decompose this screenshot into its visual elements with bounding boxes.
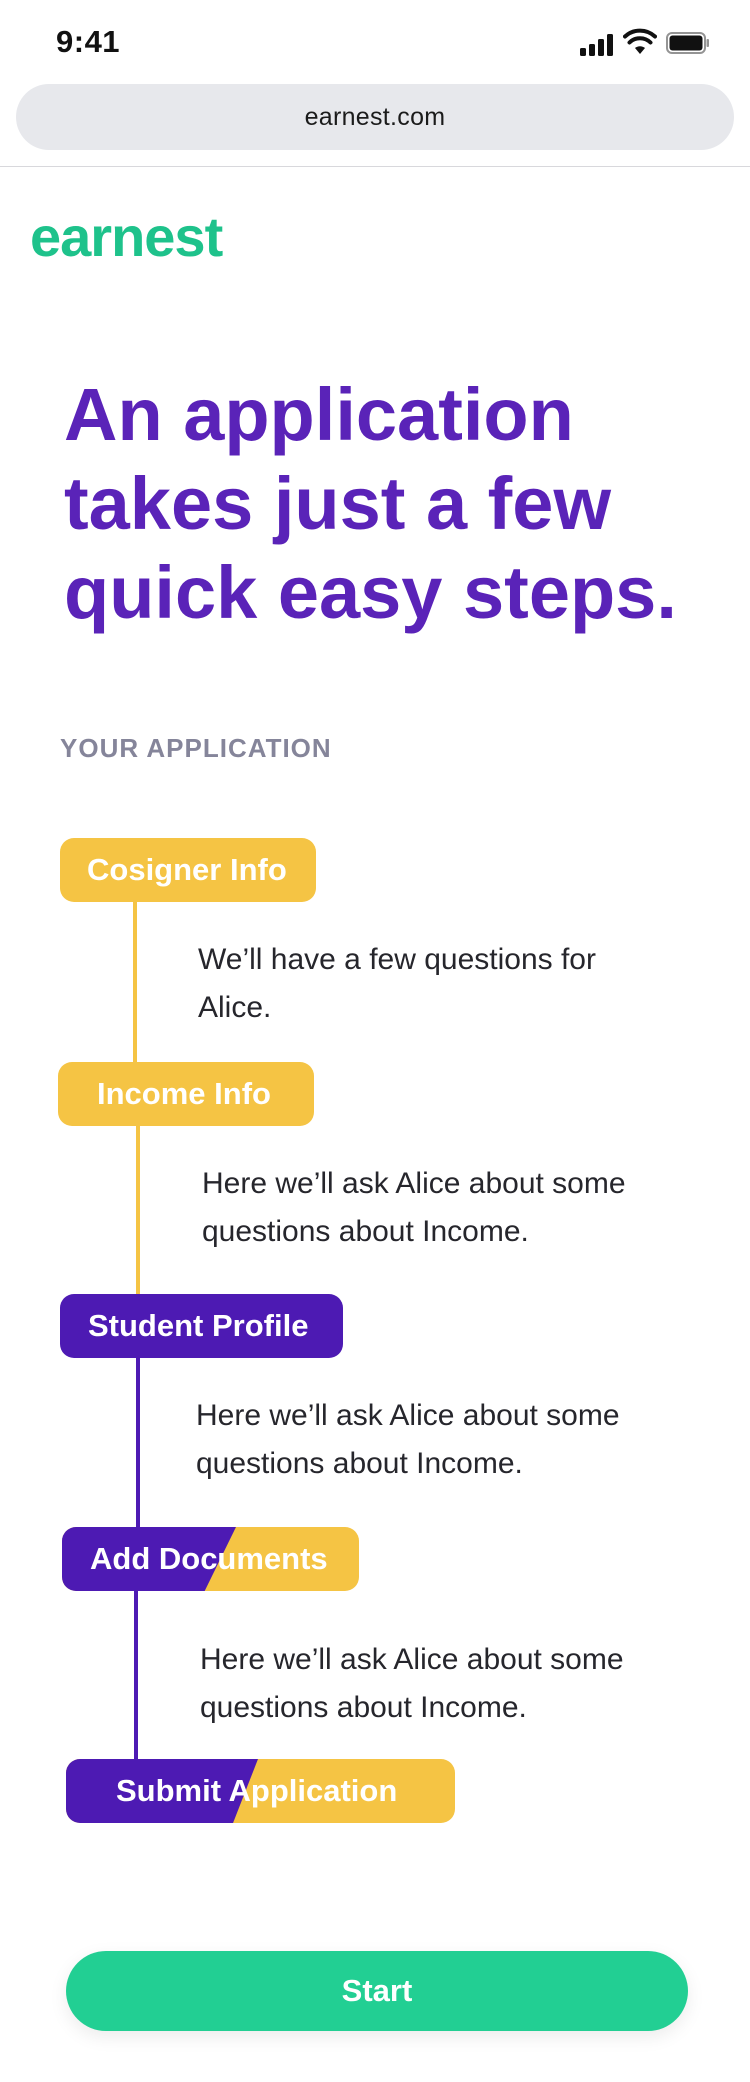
browser-divider [0,166,750,167]
step-add-documents[interactable]: Add Documents [62,1527,359,1591]
step-label: Income Info [97,1076,271,1111]
step-submit-application[interactable]: Submit Application [66,1759,455,1823]
timeline-connector [134,1588,138,1764]
battery-icon [666,32,709,54]
address-bar[interactable]: earnest.com [16,84,734,150]
start-button[interactable]: Start [66,1951,688,2031]
step-label: Cosigner Info [87,852,287,887]
step-description: We’ll have a few questions for Alice. [198,943,596,1024]
section-label-your-application: YOUR APPLICATION [60,733,332,763]
timeline-connector [136,1124,140,1296]
step-description: Here we’ll ask Alice about some question… [202,1167,626,1248]
earnest-logo[interactable]: earnest [30,204,223,269]
status-bar: 9:41 [0,0,750,80]
page-headline: An application takes just a few quick ea… [64,373,677,634]
step-student-profile[interactable]: Student Profile [60,1294,343,1358]
step-label: Student Profile [88,1308,309,1343]
timeline-connector [136,1356,140,1528]
step-description: Here we’ll ask Alice about some question… [196,1399,620,1480]
timeline-connector [133,900,137,1070]
step-description: Here we’ll ask Alice about some question… [200,1643,624,1724]
step-cosigner-info[interactable]: Cosigner Info [60,838,316,902]
address-bar-url: earnest.com [304,103,446,131]
status-time: 9:41 [56,24,121,59]
step-label: Add Documents [90,1541,328,1576]
cellular-signal-icon [580,34,616,56]
step-income-info[interactable]: Income Info [58,1062,314,1126]
step-label: Submit Application [116,1773,398,1808]
wifi-icon [623,28,657,54]
